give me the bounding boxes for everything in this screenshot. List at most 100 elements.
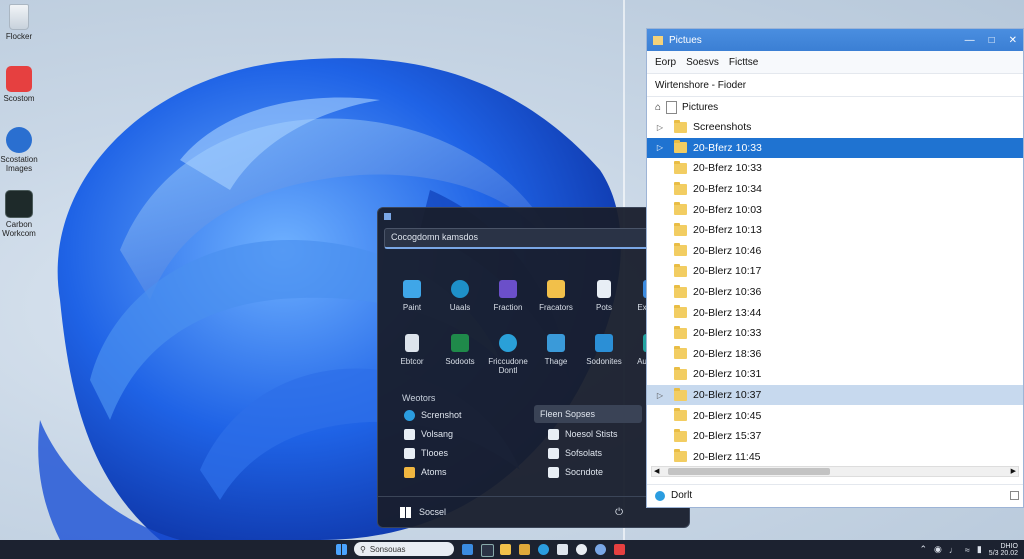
tree-row[interactable]: 20-Blerz 10:36 — [647, 282, 1023, 303]
tree-row[interactable]: 20-Blerz 10:31 — [647, 364, 1023, 385]
pinned-app-label: Fraction — [493, 303, 523, 312]
network-icon[interactable]: ◉ — [934, 544, 942, 555]
pinned-app[interactable]: Thage — [532, 334, 580, 375]
tree-row-label: 20-Blerz 18:36 — [693, 347, 762, 360]
gem-icon — [404, 466, 415, 478]
desktop-icon-label: Scostation Images — [0, 155, 38, 173]
recommended-item[interactable]: Volsang — [404, 425, 453, 443]
tree-row[interactable]: ▷ Screenshots — [647, 117, 1023, 138]
recycle-icon — [405, 334, 419, 352]
tree-root-pictures[interactable]: ⌂ Pictures — [647, 97, 1023, 117]
expand-chevron-icon[interactable]: ▷ — [651, 391, 669, 400]
pinned-app[interactable]: Pots — [580, 280, 628, 312]
menu-item[interactable]: Eorp — [655, 57, 676, 68]
pinned-app[interactable]: Sodonites — [580, 334, 628, 375]
pinned-app-label: Uaals — [449, 303, 471, 312]
doc-icon — [548, 466, 559, 478]
wifi-icon[interactable]: ≈ — [965, 545, 970, 555]
tree-row[interactable]: 20-Bferz 10:03 — [647, 199, 1023, 220]
chevron-up-icon[interactable]: ⌃ — [919, 544, 927, 555]
pinned-app[interactable]: Fracators — [532, 280, 580, 312]
pinned-app[interactable]: Uaals — [436, 280, 484, 312]
recommended-item[interactable]: Noesol Stists — [548, 425, 618, 443]
pinned-app[interactable]: Ebtcor — [388, 334, 436, 375]
desktop-icon-label: Carbon Workcom — [2, 220, 36, 238]
folder-icon — [674, 222, 687, 236]
breadcrumb[interactable]: Wirtenshore - Fioder — [647, 74, 1023, 97]
desktop-icon-carbon[interactable]: Carbon Workcom — [0, 190, 38, 238]
clock[interactable]: DHIO 5/3 20.02 — [989, 543, 1018, 557]
widgets-icon[interactable] — [481, 544, 494, 557]
scroll-right-icon[interactable]: ▶ — [1011, 467, 1016, 475]
tree-row-selected[interactable]: ▷ 20-Bferz 10:33 — [647, 137, 1023, 159]
tree-row-label: 20-Bferz 10:33 — [693, 141, 762, 154]
start-search-input[interactable]: Cocogdomn kamsdos — [384, 228, 684, 249]
recommended-item[interactable]: Sofsolats — [548, 444, 602, 462]
recommended-item[interactable]: Atoms — [404, 463, 447, 481]
expand-chevron-icon[interactable]: ▷ — [651, 143, 669, 152]
tree-row[interactable]: 20-Bferz 10:33 — [647, 158, 1023, 179]
folder-icon — [674, 449, 687, 463]
tree-row[interactable]: 20-Blerz 10:45 — [647, 405, 1023, 426]
tree-row[interactable]: 20-Blerz 13:44 — [647, 302, 1023, 323]
tree-row-hovered[interactable]: ▷ 20-Blerz 10:37 — [647, 384, 1023, 406]
close-icon[interactable]: ✕ — [1009, 35, 1017, 46]
chrome-icon[interactable] — [576, 544, 587, 555]
file-explorer-window: Pictues — □ ✕ Eorp Soesvs Ficttse Wirten… — [646, 28, 1024, 508]
menu-item[interactable]: Ficttse — [729, 57, 758, 68]
tree-row[interactable]: 20-Blerz 10:46 — [647, 241, 1023, 262]
recommended-item-label: Socndote — [565, 467, 604, 477]
settings-icon[interactable] — [595, 544, 606, 555]
status-label: Dorlt — [671, 490, 693, 501]
scrollbar-thumb[interactable] — [668, 468, 830, 475]
menu-item[interactable]: Soesvs — [686, 57, 719, 68]
battery-icon[interactable]: ▮ — [977, 544, 982, 555]
desktop-icon-scostom[interactable]: Scostom — [0, 66, 38, 103]
maximize-icon[interactable]: □ — [989, 35, 995, 46]
explorer-titlebar: Pictues — □ ✕ — [647, 29, 1023, 51]
task-view-icon[interactable] — [462, 544, 473, 555]
edge-icon — [451, 280, 469, 298]
power-icon[interactable]: ⏻ — [615, 507, 623, 518]
recommended-item[interactable]: Screnshot — [404, 406, 462, 424]
desktop-icon-flocker[interactable]: Flocker — [0, 4, 38, 41]
folder-icon[interactable] — [519, 544, 530, 555]
scroll-left-icon[interactable]: ◀ — [654, 467, 659, 475]
minimize-icon[interactable]: — — [965, 35, 975, 46]
recommended-item-highlighted[interactable]: Fleen Sopses — [534, 405, 642, 423]
pinned-app[interactable]: Friccudone Dontl — [484, 334, 532, 375]
tree-row[interactable]: 20-Blerz 18:36 — [647, 344, 1023, 365]
store-icon[interactable] — [557, 544, 568, 555]
tree-row[interactable]: 20-Bferz 10:13 — [647, 220, 1023, 241]
tree-row[interactable]: 20-Blerz 11:45 — [647, 447, 1023, 468]
desktop-icon-label: Flocker — [5, 32, 33, 41]
home-icon: ⌂ — [655, 101, 662, 113]
recommended-item[interactable]: Tlooes — [404, 444, 448, 462]
windows-start-icon[interactable] — [336, 544, 347, 555]
pinned-app[interactable]: Fraction — [484, 280, 532, 312]
taskbar-search[interactable]: ⚲ Sonsouas — [354, 542, 454, 556]
red-app-icon[interactable] — [614, 544, 625, 555]
tree-row-label: 20-Bferz 10:33 — [693, 162, 762, 175]
tree-row[interactable]: 20-Blerz 10:33 — [647, 323, 1023, 344]
desktop-icon-scostation[interactable]: Scostation Images — [0, 127, 38, 173]
tree-row[interactable]: 20-Bferz 10:34 — [647, 179, 1023, 200]
pinned-app[interactable]: Paint — [388, 280, 436, 312]
folder-icon — [674, 160, 687, 174]
recommended-item[interactable]: Socndote — [548, 463, 603, 481]
tree-row[interactable]: 20-Blerz 10:17 — [647, 261, 1023, 282]
folder-icon — [674, 243, 687, 257]
file-explorer-icon[interactable] — [500, 544, 511, 555]
pinned-app[interactable]: Sodoots — [436, 334, 484, 375]
edge-icon[interactable] — [538, 544, 549, 555]
dark-app-icon — [5, 190, 33, 218]
volume-icon[interactable]: ♩ — [949, 545, 958, 555]
resize-icon[interactable] — [1010, 491, 1019, 500]
recommended-item-label: Screnshot — [421, 410, 462, 420]
horizontal-scrollbar[interactable]: ◀ ▶ — [651, 466, 1019, 477]
tree-row[interactable]: 20-Blerz 15:37 — [647, 426, 1023, 447]
tree-row-label: 20-Bferz 10:34 — [693, 183, 762, 196]
blue-app-icon — [6, 127, 32, 153]
expand-chevron-icon[interactable]: ▷ — [651, 123, 669, 132]
user-label[interactable]: Socsel — [419, 507, 446, 517]
